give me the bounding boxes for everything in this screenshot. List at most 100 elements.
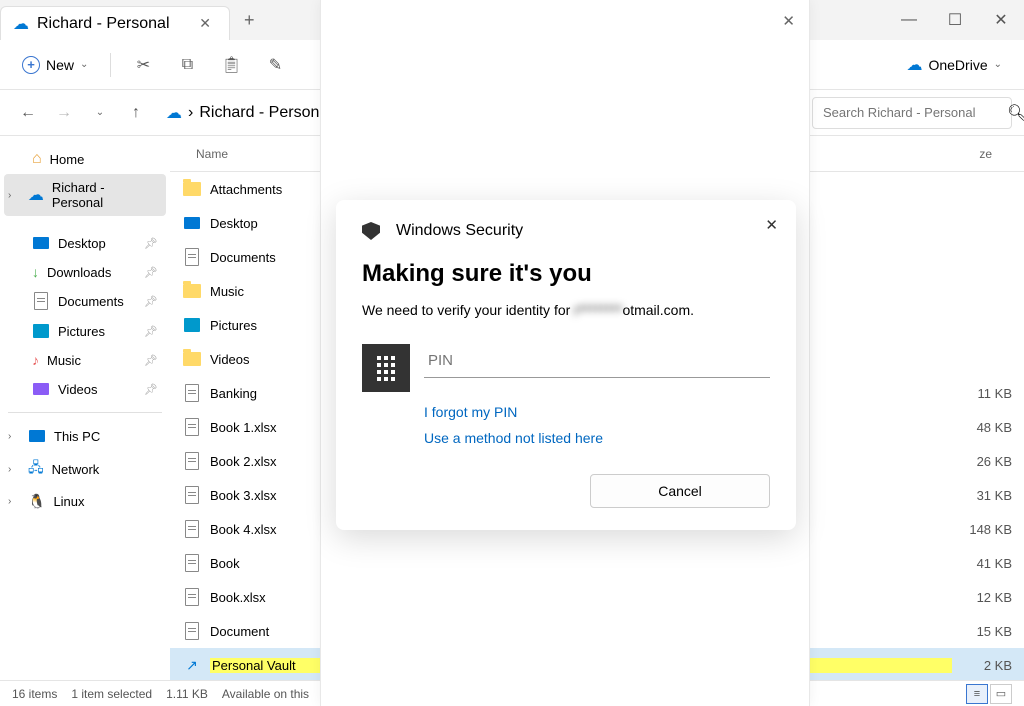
onedrive-icon: ☁ bbox=[28, 185, 44, 205]
sidebar-item-pictures[interactable]: Pictures📌︎ bbox=[4, 316, 166, 346]
new-label: New bbox=[46, 57, 74, 73]
column-size[interactable]: ze bbox=[932, 147, 1012, 161]
tab-title: Richard - Personal bbox=[37, 15, 170, 33]
rename-button[interactable]: ✎ bbox=[255, 47, 295, 83]
maximize-button[interactable]: ☐ bbox=[932, 0, 978, 40]
file-size: 26 KB bbox=[952, 454, 1012, 469]
sidebar-item-music[interactable]: ♪ Music📌︎ bbox=[4, 346, 166, 374]
document-icon bbox=[185, 248, 199, 266]
document-icon bbox=[34, 292, 48, 310]
folder-icon bbox=[183, 284, 201, 298]
document-icon bbox=[185, 622, 199, 640]
status-selected: 1 item selected bbox=[71, 687, 152, 701]
status-availability: Available on this bbox=[222, 687, 309, 701]
onedrive-label: OneDrive bbox=[928, 57, 987, 73]
search-box[interactable]: 🔍︎ bbox=[812, 97, 1012, 129]
pin-pad-icon bbox=[362, 344, 410, 392]
other-method-link[interactable]: Use a method not listed here bbox=[424, 430, 770, 446]
window-tab[interactable]: ☁ Richard - Personal ✕ bbox=[0, 6, 230, 40]
details-view-button[interactable]: ≡ bbox=[966, 684, 988, 704]
sidebar-divider bbox=[8, 412, 162, 413]
dialog-close-button[interactable]: ✕ bbox=[765, 216, 778, 234]
plus-icon: + bbox=[22, 56, 40, 74]
document-icon bbox=[185, 588, 199, 606]
new-button[interactable]: + New ⌄ bbox=[12, 50, 98, 80]
breadcrumb-sep: › bbox=[188, 104, 193, 122]
sidebar: ⌂ Home › ☁ Richard - Personal Desktop📌︎ … bbox=[0, 136, 170, 680]
back-button[interactable]: ← bbox=[12, 97, 44, 129]
pin-input[interactable] bbox=[424, 344, 770, 378]
dialog-message: We need to verify your identity for r***… bbox=[362, 302, 770, 318]
windows-security-dialog: ✕ Windows Security Making sure it's you … bbox=[336, 200, 796, 530]
dialog-app-title: Windows Security bbox=[396, 222, 523, 240]
recent-dropdown[interactable]: ⌄ bbox=[84, 97, 116, 129]
pin-icon: 📌︎ bbox=[144, 237, 158, 250]
chevron-right-icon: › bbox=[8, 431, 20, 442]
sidebar-item-videos[interactable]: Videos📌︎ bbox=[4, 374, 166, 404]
tab-close-button[interactable]: ✕ bbox=[193, 13, 217, 34]
chevron-right-icon: › bbox=[8, 190, 20, 201]
videos-icon bbox=[33, 383, 49, 395]
cut-button[interactable]: ✂ bbox=[123, 47, 163, 83]
dialog-title: Making sure it's you bbox=[362, 260, 770, 288]
pictures-icon bbox=[184, 318, 200, 332]
view-toggles: ≡ ▭ bbox=[966, 684, 1012, 704]
document-icon bbox=[185, 384, 199, 402]
sidebar-item-documents[interactable]: Documents📌︎ bbox=[4, 286, 166, 316]
sidebar-item-downloads[interactable]: ↓ Downloads📌︎ bbox=[4, 258, 166, 286]
pin-icon: 📌︎ bbox=[144, 383, 158, 396]
sidebar-item-home[interactable]: ⌂ Home bbox=[4, 144, 166, 174]
onedrive-icon: ☁ bbox=[906, 55, 922, 75]
home-icon: ⌂ bbox=[32, 150, 42, 168]
minimize-button[interactable]: — bbox=[886, 0, 932, 40]
dialog-header: Windows Security bbox=[362, 222, 770, 240]
pin-icon: 📌︎ bbox=[144, 354, 158, 367]
pictures-icon bbox=[33, 324, 49, 338]
pin-icon: 📌︎ bbox=[144, 325, 158, 338]
document-icon bbox=[185, 452, 199, 470]
file-size: 41 KB bbox=[952, 556, 1012, 571]
close-button[interactable]: ✕ bbox=[978, 0, 1024, 40]
onedrive-menu[interactable]: ☁ OneDrive ⌄ bbox=[896, 49, 1012, 81]
download-icon: ↓ bbox=[32, 264, 39, 280]
up-button[interactable]: ↑ bbox=[120, 97, 152, 129]
file-size: 48 KB bbox=[952, 420, 1012, 435]
document-icon bbox=[185, 520, 199, 538]
onedrive-icon: ☁ bbox=[13, 14, 29, 34]
thumbnails-view-button[interactable]: ▭ bbox=[990, 684, 1012, 704]
forgot-pin-link[interactable]: I forgot my PIN bbox=[424, 404, 770, 420]
document-icon bbox=[185, 486, 199, 504]
sidebar-item-network[interactable]: ›🖧 Network bbox=[4, 451, 166, 487]
file-size: 148 KB bbox=[952, 522, 1012, 537]
search-input[interactable] bbox=[823, 105, 999, 120]
sidebar-item-desktop[interactable]: Desktop📌︎ bbox=[4, 228, 166, 258]
chevron-right-icon: › bbox=[8, 464, 20, 475]
desktop-icon bbox=[33, 237, 49, 249]
pin-icon: 📌︎ bbox=[144, 295, 158, 308]
folder-icon bbox=[183, 352, 201, 366]
file-size: 11 KB bbox=[952, 386, 1012, 401]
sidebar-item-richard[interactable]: › ☁ Richard - Personal bbox=[4, 174, 166, 216]
backdrop-close-button[interactable]: ✕ bbox=[782, 12, 795, 30]
file-size: 31 KB bbox=[952, 488, 1012, 503]
status-item-count: 16 items bbox=[12, 687, 57, 701]
file-size: 2 KB bbox=[952, 658, 1012, 673]
copy-button[interactable]: ⧉ bbox=[167, 47, 207, 83]
chevron-down-icon: ⌄ bbox=[80, 59, 88, 70]
toolbar-divider bbox=[110, 53, 111, 77]
pc-icon bbox=[29, 430, 45, 442]
document-icon bbox=[185, 554, 199, 572]
sidebar-item-thispc[interactable]: › This PC bbox=[4, 421, 166, 451]
file-size: 12 KB bbox=[952, 590, 1012, 605]
forward-button[interactable]: → bbox=[48, 97, 80, 129]
search-icon: 🔍︎ bbox=[1007, 103, 1024, 123]
sidebar-item-linux[interactable]: ›🐧 Linux bbox=[4, 487, 166, 516]
breadcrumb-location: Richard - Personal bbox=[199, 104, 332, 122]
paste-button[interactable]: 📋︎ bbox=[211, 47, 251, 83]
music-icon: ♪ bbox=[32, 352, 39, 368]
cancel-button[interactable]: Cancel bbox=[590, 474, 770, 508]
new-tab-button[interactable]: + bbox=[230, 10, 269, 31]
vault-icon: ↗ bbox=[186, 657, 198, 674]
pin-entry-row bbox=[362, 344, 770, 392]
shield-icon bbox=[362, 222, 380, 240]
